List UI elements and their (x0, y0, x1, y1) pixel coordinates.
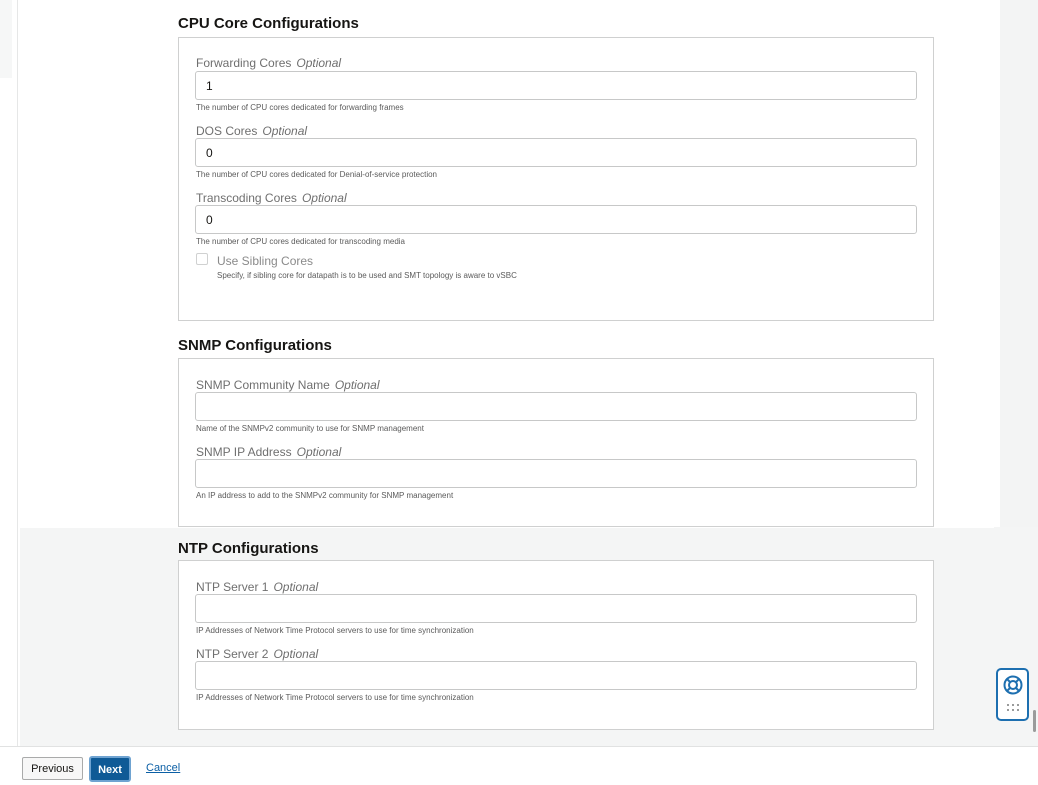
next-button[interactable]: Next (89, 756, 131, 782)
optional-tag: Optional (334, 378, 380, 392)
snmp-ip-label: SNMP IP Address Optional (196, 445, 341, 459)
cancel-link[interactable]: Cancel (146, 762, 180, 774)
cpu-section-title: CPU Core Configurations (178, 15, 359, 32)
use-sibling-cores-help: Specify, if sibling core for datapath is… (217, 271, 517, 280)
dos-cores-input[interactable] (195, 138, 917, 167)
ntp-server-2-label-text: NTP Server 2 (196, 647, 269, 661)
lifebuoy-icon (1003, 675, 1023, 695)
background-band (946, 0, 1000, 248)
dos-cores-label-text: DOS Cores (196, 124, 258, 138)
optional-tag: Optional (296, 445, 342, 459)
ntp-server-1-input[interactable] (195, 594, 917, 623)
ntp-server-1-label-text: NTP Server 1 (196, 580, 269, 594)
optional-tag: Optional (262, 124, 308, 138)
ntp-server-2-label: NTP Server 2 Optional (196, 647, 318, 661)
optional-tag: Optional (273, 580, 319, 594)
dos-cores-label: DOS Cores Optional (196, 124, 307, 138)
scrollbar-thumb[interactable] (1033, 710, 1036, 732)
dos-cores-help: The number of CPU cores dedicated for De… (196, 170, 437, 179)
optional-tag: Optional (296, 56, 342, 70)
ntp-section-title: NTP Configurations (178, 540, 319, 557)
transcoding-cores-help: The number of CPU cores dedicated for tr… (196, 237, 405, 246)
snmp-community-help: Name of the SNMPv2 community to use for … (196, 424, 424, 433)
ntp-server-2-help: IP Addresses of Network Time Protocol se… (196, 693, 474, 702)
snmp-community-label: SNMP Community Name Optional (196, 378, 380, 392)
use-sibling-cores-checkbox[interactable] (196, 253, 208, 265)
snmp-section-title: SNMP Configurations (178, 337, 332, 354)
optional-tag: Optional (301, 191, 347, 205)
transcoding-cores-label: Transcoding Cores Optional (196, 191, 347, 205)
forwarding-cores-input[interactable] (195, 71, 917, 100)
ntp-server-2-input[interactable] (195, 661, 917, 690)
wizard-page: CPU Core Configurations Forwarding Cores… (0, 0, 1038, 785)
divider (17, 0, 18, 746)
snmp-ip-help: An IP address to add to the SNMPv2 commu… (196, 491, 454, 500)
ntp-server-1-help: IP Addresses of Network Time Protocol se… (196, 626, 474, 635)
transcoding-cores-label-text: Transcoding Cores (196, 191, 297, 205)
background-band (0, 0, 12, 78)
background-band (1000, 0, 1038, 600)
forwarding-cores-label-text: Forwarding Cores (196, 56, 292, 70)
snmp-community-input[interactable] (195, 392, 917, 421)
forwarding-cores-label: Forwarding Cores Optional (196, 56, 341, 70)
previous-button[interactable]: Previous (22, 757, 83, 780)
snmp-ip-input[interactable] (195, 459, 917, 488)
optional-tag: Optional (273, 647, 319, 661)
snmp-ip-label-text: SNMP IP Address (196, 445, 292, 459)
use-sibling-cores-label: Use Sibling Cores (217, 254, 314, 268)
grid-icon (1007, 704, 1019, 711)
snmp-community-label-text: SNMP Community Name (196, 378, 330, 392)
ntp-server-1-label: NTP Server 1 Optional (196, 580, 318, 594)
transcoding-cores-input[interactable] (195, 205, 917, 234)
help-widget-button[interactable] (996, 668, 1029, 721)
forwarding-cores-help: The number of CPU cores dedicated for fo… (196, 103, 404, 112)
